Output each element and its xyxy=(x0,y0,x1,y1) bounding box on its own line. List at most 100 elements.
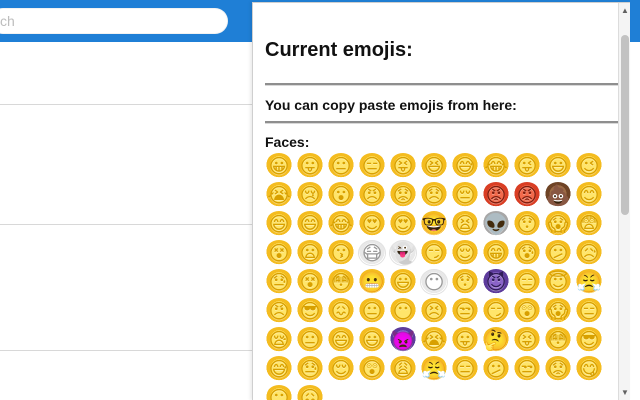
emoji-icon[interactable]: 😇 xyxy=(544,269,572,295)
emoji-icon[interactable]: 😃 xyxy=(389,269,417,295)
emoji-icon[interactable]: 😶 xyxy=(420,269,448,295)
emoji-icon[interactable]: 😐 xyxy=(327,153,355,179)
emoji-icon[interactable]: 😛 xyxy=(451,327,479,353)
emoji-icon[interactable]: 😔 xyxy=(451,182,479,208)
emoji-icon[interactable]: 😖 xyxy=(327,298,355,324)
emoji-grid: 😀 😛 😐 😑 😝 😆 😅 😂 😜 😃 😉 😭 😢 😮 😠 😟 😞 😔 � xyxy=(265,153,605,400)
emoji-icon[interactable]: 👿 xyxy=(389,327,417,353)
emoji-icon[interactable]: 😯 xyxy=(513,211,541,237)
emoji-icon[interactable]: 😂 xyxy=(327,211,355,237)
emoji-icon[interactable]: 😢 xyxy=(296,182,324,208)
emoji-icon[interactable]: 😐 xyxy=(358,298,386,324)
emoji-icon[interactable]: 😦 xyxy=(296,240,324,266)
emoji-icon[interactable]: 😡 xyxy=(482,182,510,208)
emoji-icon[interactable]: 😒 xyxy=(451,298,479,324)
emoji-icon[interactable]: 😤 xyxy=(575,269,603,295)
emoji-icon[interactable]: 😓 xyxy=(296,356,324,382)
emoji-icon[interactable]: 😵 xyxy=(296,269,324,295)
emoji-icon[interactable]: 😊 xyxy=(575,182,603,208)
emoji-icon[interactable]: 😳 xyxy=(327,269,355,295)
emoji-icon[interactable]: 👽 xyxy=(482,211,510,237)
emoji-icon[interactable]: 🤔 xyxy=(482,327,510,353)
emoji-icon[interactable]: 😄 xyxy=(296,211,324,237)
emoji-icon[interactable]: 😉 xyxy=(575,153,603,179)
emoji-icon[interactable]: 😆 xyxy=(420,153,448,179)
instructions-text: You can copy paste emojis from here: xyxy=(265,97,517,113)
emoji-icon[interactable]: 😄 xyxy=(327,327,355,353)
emoji-icon[interactable]: 😜 xyxy=(513,153,541,179)
emoji-icon[interactable]: 🤓 xyxy=(420,211,448,237)
emoji-icon[interactable]: 👻 xyxy=(389,240,417,266)
emoji-icon[interactable]: 😃 xyxy=(544,153,572,179)
emoji-icon[interactable]: 😗 xyxy=(327,240,355,266)
emoji-icon[interactable]: 😏 xyxy=(420,240,448,266)
emoji-icon[interactable]: 😓 xyxy=(265,269,293,295)
triangle-up-icon[interactable]: ▲ xyxy=(621,7,629,15)
emoji-icon[interactable]: 😤 xyxy=(420,356,448,382)
emoji-icon[interactable]: 😅 xyxy=(451,153,479,179)
emoji-icon[interactable]: 😐 xyxy=(296,327,324,353)
emoji-icon[interactable]: 😛 xyxy=(296,153,324,179)
emoji-icon[interactable]: 😮 xyxy=(327,182,355,208)
emoji-icon[interactable]: 😈 xyxy=(482,269,510,295)
emoji-icon[interactable]: 😞 xyxy=(420,182,448,208)
emoji-icon[interactable]: 😱 xyxy=(544,211,572,237)
emoji-icon[interactable]: 😥 xyxy=(575,240,603,266)
emoji-icon[interactable]: 😶 xyxy=(265,385,293,400)
emoji-icon[interactable]: 😩 xyxy=(389,356,417,382)
emoji-icon[interactable]: 😶 xyxy=(389,298,417,324)
emoji-icon[interactable]: 😵 xyxy=(265,240,293,266)
emoji-icon[interactable]: 😃 xyxy=(358,327,386,353)
title-divider xyxy=(265,83,619,86)
emoji-icon[interactable]: 😍 xyxy=(389,211,417,237)
emoji-icon[interactable]: 😪 xyxy=(265,327,293,353)
emoji-icon[interactable]: 😭 xyxy=(265,182,293,208)
emoji-icon[interactable]: 😣 xyxy=(420,298,448,324)
emoji-icon[interactable]: 😱 xyxy=(544,298,572,324)
emoji-icon[interactable]: 😲 xyxy=(358,356,386,382)
triangle-down-icon[interactable]: ▼ xyxy=(621,389,629,397)
emoji-icon[interactable]: 😷 xyxy=(358,240,386,266)
scrollbar-thumb[interactable] xyxy=(621,35,629,215)
emoji-icon[interactable]: 😍 xyxy=(358,211,386,237)
emoji-icon[interactable]: 😨 xyxy=(575,211,603,237)
app-window: ch Current emojis: You can copy paste em… xyxy=(0,0,640,400)
emoji-icon[interactable]: 😝 xyxy=(389,153,417,179)
emoji-icon[interactable]: 😑 xyxy=(575,298,603,324)
search-input[interactable]: ch xyxy=(0,8,228,34)
emoji-icon[interactable]: 😟 xyxy=(544,356,572,382)
emoji-icon[interactable]: 😅 xyxy=(265,356,293,382)
emoji-icon[interactable]: 😲 xyxy=(513,298,541,324)
emoji-icon[interactable]: 😄 xyxy=(265,211,293,237)
emoji-icon[interactable]: 😠 xyxy=(265,298,293,324)
emoji-icon[interactable]: 😌 xyxy=(451,240,479,266)
emoji-icon[interactable]: 😳 xyxy=(544,327,572,353)
emoji-icon[interactable]: 😑 xyxy=(451,356,479,382)
emoji-icon[interactable]: 😡 xyxy=(513,182,541,208)
emoji-icon[interactable]: 😀 xyxy=(265,153,293,179)
emoji-icon[interactable]: 💩 xyxy=(544,182,572,208)
emoji-icon[interactable]: 😑 xyxy=(358,153,386,179)
emoji-icon[interactable]: 😯 xyxy=(451,269,479,295)
emoji-icon[interactable]: 😖 xyxy=(296,385,324,400)
faces-heading: Faces: xyxy=(265,134,310,150)
emoji-icon[interactable]: 😠 xyxy=(358,182,386,208)
emoji-icon[interactable]: 😁 xyxy=(482,240,510,266)
emoji-icon[interactable]: 😭 xyxy=(420,327,448,353)
emoji-icon[interactable]: 😋 xyxy=(575,356,603,382)
emoji-icon[interactable]: 😒 xyxy=(513,356,541,382)
emoji-icon[interactable]: 😎 xyxy=(296,298,324,324)
emoji-icon[interactable]: 😌 xyxy=(327,356,355,382)
emoji-icon[interactable]: 😕 xyxy=(482,356,510,382)
emoji-icon[interactable]: 😟 xyxy=(389,182,417,208)
emoji-icon[interactable]: 😝 xyxy=(513,327,541,353)
emoji-icon[interactable]: 😂 xyxy=(482,153,510,179)
emoji-icon[interactable]: 😑 xyxy=(513,269,541,295)
emoji-icon[interactable]: 😰 xyxy=(513,240,541,266)
emoji-icon[interactable]: 😎 xyxy=(575,327,603,353)
emoji-icon[interactable]: 😕 xyxy=(544,240,572,266)
emoji-icon[interactable]: 😫 xyxy=(451,211,479,237)
emoji-icon[interactable]: 😏 xyxy=(482,298,510,324)
emoji-icon[interactable]: 😬 xyxy=(358,269,386,295)
vertical-scrollbar[interactable]: ▲ ▼ xyxy=(618,3,630,400)
